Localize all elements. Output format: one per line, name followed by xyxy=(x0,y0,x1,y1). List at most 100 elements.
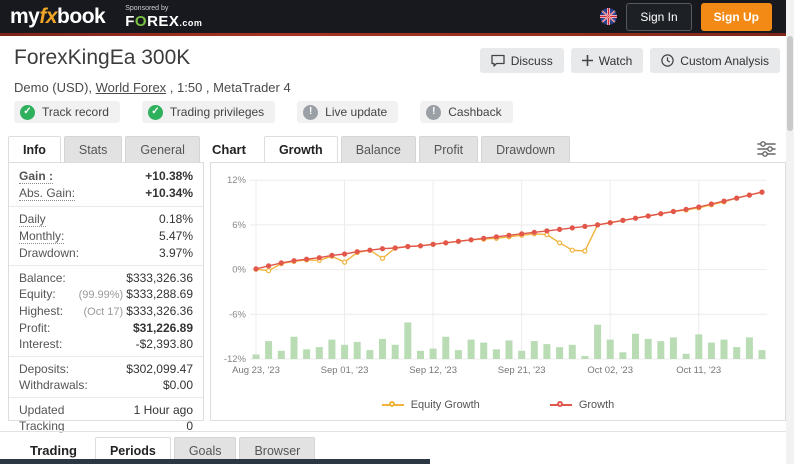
info-row: Equity: (99.99%) $333,288.69 xyxy=(9,286,203,303)
chart-section-label: Chart xyxy=(212,142,246,157)
logo-fx: fx xyxy=(39,4,58,28)
badge-label: Trading privileges xyxy=(169,105,265,119)
sign-up-button[interactable]: Sign Up xyxy=(700,2,772,31)
info-label: Updated xyxy=(19,403,65,417)
info-row: Interest: -$2,393.80 xyxy=(9,336,203,352)
info-tab-info[interactable]: Info xyxy=(8,136,61,163)
language-flag-icon[interactable] xyxy=(600,8,618,25)
info-row: Withdrawals: $0.00 xyxy=(9,377,203,393)
chart-tabs: Chart Growth Balance Profit Drawdown xyxy=(210,136,573,163)
info-label: Balance: xyxy=(19,271,66,285)
vertical-scrollbar[interactable] xyxy=(786,0,794,464)
info-group-divider xyxy=(9,206,203,207)
exclamation-circle-icon: ! xyxy=(303,104,319,120)
logo-book: book xyxy=(57,4,106,28)
watch-button[interactable]: Watch xyxy=(570,48,644,73)
info-row: Updated 1 Hour ago xyxy=(9,402,203,418)
discuss-icon xyxy=(491,54,505,67)
account-subtitle: Demo (USD), World Forex , 1:50 , MetaTra… xyxy=(14,80,291,95)
chart-tab-growth[interactable]: Growth xyxy=(263,136,338,163)
verification-badges: ✓ Track record ✓ Trading privileges! Live up… xyxy=(14,101,513,123)
bottom-section-divider xyxy=(0,431,794,432)
myfxbook-logo[interactable]: myfxbook xyxy=(10,4,106,29)
discuss-button[interactable]: Discuss xyxy=(479,48,564,73)
info-group-divider xyxy=(9,397,203,398)
chart-legend: Equity Growth Growth xyxy=(211,399,785,411)
info-value: $0.00 xyxy=(162,378,193,392)
growth-chart[interactable]: 12% 6% 0% -6% -12%Aug 23, '23 Sep 01, '23 Sep … xyxy=(211,165,785,390)
badge-track-record[interactable]: ✓ Track record xyxy=(14,101,120,123)
info-label: Abs. Gain: xyxy=(19,186,76,201)
info-label: Highest: xyxy=(19,304,64,318)
info-value: (99.99%) $333,288.69 xyxy=(78,287,193,301)
svg-text:Oct 02, '23: Oct 02, '23 xyxy=(587,365,633,376)
legend-item-equity-growth[interactable]: Equity Growth xyxy=(381,399,480,411)
info-value: 3.97% xyxy=(158,246,193,260)
info-value: 1 Hour ago xyxy=(133,403,193,417)
info-row: Monthly: 5.47% xyxy=(9,228,203,245)
logo-my: my xyxy=(10,4,40,28)
info-label: Interest: xyxy=(19,337,63,351)
svg-text:0%: 0% xyxy=(232,265,246,276)
exclamation-circle-icon: ! xyxy=(426,104,442,120)
info-value: 5.47% xyxy=(158,229,193,243)
svg-text:Sep 12, '23: Sep 12, '23 xyxy=(409,365,457,376)
title-action-buttons: Discuss Watch Custom Analysis xyxy=(479,48,780,73)
info-row: Daily 0.18% xyxy=(9,211,203,228)
info-value: +10.34% xyxy=(145,186,193,200)
header-red-divider xyxy=(0,33,794,36)
info-panel: Gain : +10.38% Abs. Gain: +10.34% Daily 0.18%… xyxy=(8,162,204,433)
broker-link[interactable]: World Forex xyxy=(96,80,167,95)
legend-label: Growth xyxy=(578,399,615,411)
info-label: Drawdown: xyxy=(19,246,80,260)
scrollbar-thumb[interactable] xyxy=(787,36,793,131)
sponsored-by-text: Sponsored by xyxy=(125,4,169,12)
badge-trading-privileges[interactable]: ✓ Trading privileges xyxy=(141,101,276,123)
info-value: (Oct 17) $333,326.36 xyxy=(83,304,193,318)
chart-tab-drawdown[interactable]: Drawdown xyxy=(481,136,571,163)
badge-label: Live update xyxy=(325,105,388,119)
sign-in-button[interactable]: Sign In xyxy=(626,2,692,31)
custom-analysis-button[interactable]: Custom Analysis xyxy=(650,48,780,73)
info-label: Monthly: xyxy=(19,229,65,244)
info-value: +10.38% xyxy=(145,169,193,183)
forex-o-mark: O xyxy=(134,12,148,30)
info-label: Withdrawals: xyxy=(19,378,88,392)
info-value: -$2,393.80 xyxy=(135,337,193,351)
svg-text:Oct 11, '23: Oct 11, '23 xyxy=(676,365,721,376)
info-value-note: (Oct 17) xyxy=(83,306,127,318)
info-label: Daily xyxy=(19,212,46,227)
legend-marker-icon xyxy=(381,401,404,409)
forex-sponsor-logo[interactable]: Sponsored by FOREX.com xyxy=(125,5,202,29)
legend-label: Equity Growth xyxy=(410,399,480,411)
check-circle-icon: ✓ xyxy=(20,104,35,120)
info-value: $31,226.89 xyxy=(132,321,193,335)
info-label: Deposits: xyxy=(19,362,70,376)
info-row: Highest: (Oct 17) $333,326.36 xyxy=(9,303,203,320)
info-tab-stats[interactable]: Stats xyxy=(63,136,123,163)
info-group-divider xyxy=(9,356,203,357)
info-label: Profit: xyxy=(19,321,51,335)
svg-text:6%: 6% xyxy=(232,220,246,231)
svg-text:-12%: -12% xyxy=(224,354,247,365)
header-actions: Sign In Sign Up xyxy=(600,2,772,31)
info-row: Deposits: $302,099.47 xyxy=(9,361,203,377)
plus-icon xyxy=(581,55,593,66)
info-row: Drawdown: 3.97% xyxy=(9,245,203,261)
chart-settings-icon[interactable] xyxy=(757,141,776,162)
growth-chart-card: 12% 6% 0% -6% -12% Aug 23, '23 Sep 01, '23 Sep … xyxy=(210,162,786,421)
clock-icon xyxy=(661,54,674,67)
subtitle-suffix: , 1:50 , MetaTrader 4 xyxy=(166,80,291,95)
page-title: ForexKingEa 300K xyxy=(14,46,191,69)
legend-item-growth[interactable]: Growth xyxy=(549,399,615,411)
chart-tab-balance[interactable]: Balance xyxy=(340,136,416,163)
info-value: $302,099.47 xyxy=(126,362,193,376)
info-row: Gain : +10.38% xyxy=(9,168,203,185)
badge-cashback[interactable]: ! Cashback xyxy=(420,101,513,123)
info-label: Equity: xyxy=(19,287,56,301)
svg-text:Sep 01, '23: Sep 01, '23 xyxy=(321,365,369,376)
check-circle-icon: ✓ xyxy=(147,104,163,120)
badge-live-update[interactable]: ! Live update xyxy=(297,101,399,123)
chart-tab-profit[interactable]: Profit xyxy=(418,136,479,163)
info-tab-general[interactable]: General xyxy=(125,136,200,163)
